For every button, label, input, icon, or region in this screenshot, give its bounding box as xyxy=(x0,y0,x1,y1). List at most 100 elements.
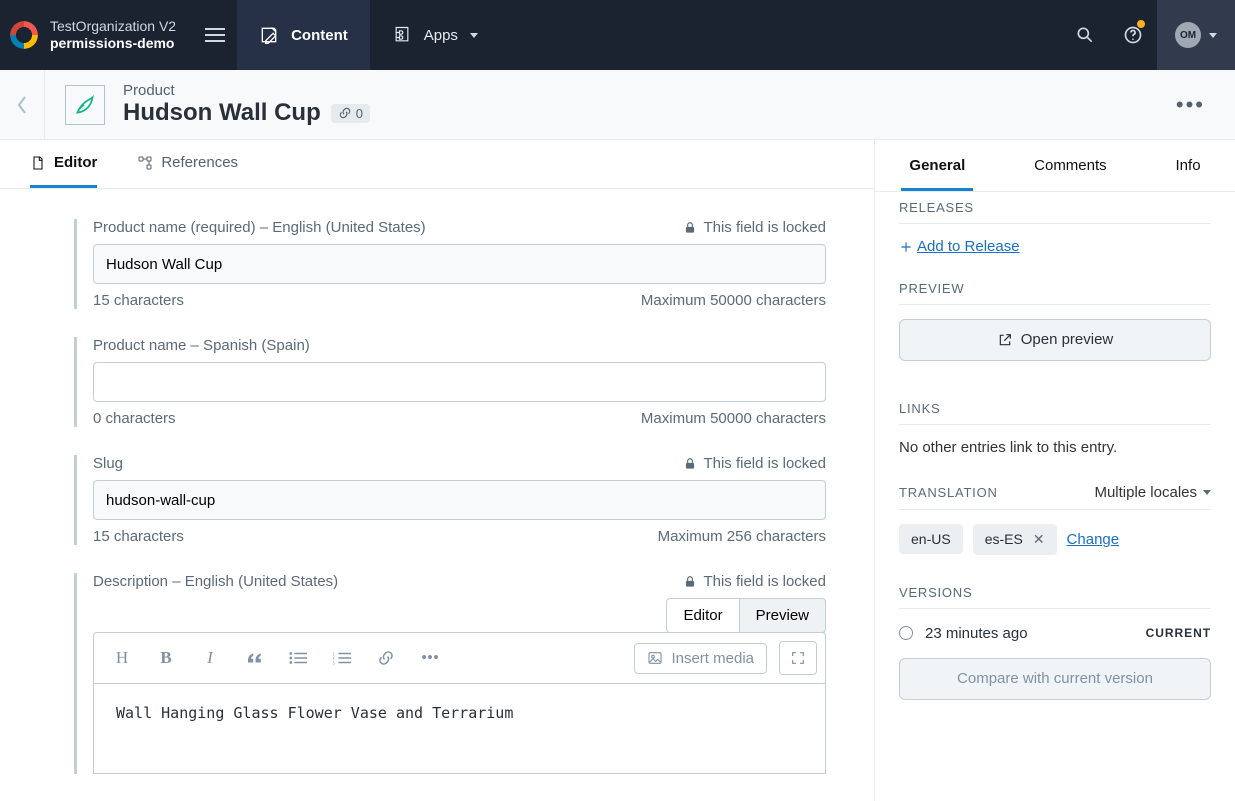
ol-button[interactable]: 123 xyxy=(322,641,362,675)
help-icon xyxy=(1123,25,1143,45)
back-button[interactable] xyxy=(0,70,45,139)
locale-chip-en: en-US xyxy=(899,524,963,554)
editor-tabs: Editor References xyxy=(0,140,874,189)
lock-icon xyxy=(683,575,697,589)
links-empty-text: No other entries link to this entry. xyxy=(899,439,1211,456)
field-slug: Slug This field is locked 15 characters … xyxy=(74,455,826,545)
sidebar-tab-info[interactable]: Info xyxy=(1168,157,1209,191)
char-count: 15 characters xyxy=(93,292,184,309)
hamburger-icon[interactable] xyxy=(192,0,237,70)
chevron-down-icon xyxy=(1209,33,1217,38)
plus-icon xyxy=(899,240,913,254)
change-locales-button[interactable]: Change xyxy=(1067,531,1120,548)
notification-dot-icon xyxy=(1137,20,1145,28)
top-nav: TestOrganization V2 permissions-demo Con… xyxy=(0,0,1235,70)
open-preview-button[interactable]: Open preview xyxy=(899,319,1211,361)
translation-heading: TRANSLATION xyxy=(899,485,998,500)
char-max: Maximum 50000 characters xyxy=(641,292,826,309)
char-max: Maximum 256 characters xyxy=(658,528,826,545)
search-icon xyxy=(1075,25,1095,45)
compare-version-button: Compare with current version xyxy=(899,658,1211,700)
more-format-button[interactable]: ••• xyxy=(410,641,450,675)
heading-button[interactable]: H xyxy=(102,641,142,675)
lock-message: This field is locked xyxy=(683,573,826,590)
content-type-icon xyxy=(65,85,105,125)
sidebar-tab-general[interactable]: General xyxy=(901,157,973,191)
lock-icon xyxy=(683,221,697,235)
document-icon xyxy=(30,155,46,171)
nav-apps[interactable]: Apps xyxy=(370,0,500,70)
link-icon xyxy=(338,106,352,120)
richtext-toolbar: H B I 123 ••• xyxy=(93,632,826,684)
avatar: OM xyxy=(1175,22,1201,48)
richtext-preview-tab[interactable]: Preview xyxy=(740,598,826,633)
preview-heading: PREVIEW xyxy=(899,281,1211,296)
brand-block[interactable]: TestOrganization V2 permissions-demo xyxy=(0,0,192,70)
help-button[interactable] xyxy=(1109,0,1157,70)
product-name-es-input[interactable] xyxy=(93,362,826,402)
field-product-name-en: Product name (required) – English (Unite… xyxy=(74,219,826,309)
version-time: 23 minutes ago xyxy=(925,625,1028,642)
insert-media-button[interactable]: Insert media xyxy=(634,643,767,674)
entry-more-button[interactable]: ••• xyxy=(1146,92,1235,118)
expand-icon xyxy=(790,650,806,666)
sidebar-tab-comments[interactable]: Comments xyxy=(1026,157,1115,191)
list-ul-icon xyxy=(289,651,307,665)
version-radio[interactable] xyxy=(899,626,913,640)
field-label: Product name – Spanish (Spain) xyxy=(93,337,310,354)
svg-text:3: 3 xyxy=(333,661,335,666)
description-body[interactable]: Wall Hanging Glass Flower Vase and Terra… xyxy=(93,684,826,774)
fullscreen-button[interactable] xyxy=(779,641,817,675)
references-icon xyxy=(137,155,153,171)
link-icon xyxy=(377,649,395,667)
quote-button[interactable] xyxy=(234,641,274,675)
logo-icon xyxy=(10,21,38,49)
tab-editor[interactable]: Editor xyxy=(30,154,97,188)
lock-icon xyxy=(683,457,697,471)
field-description-en: Description – English (United States) Th… xyxy=(74,573,826,774)
char-max: Maximum 50000 characters xyxy=(641,410,826,427)
slug-input[interactable] xyxy=(93,480,826,520)
version-current-badge: CURRENT xyxy=(1146,626,1211,640)
user-menu[interactable]: OM xyxy=(1157,0,1235,70)
tab-references[interactable]: References xyxy=(137,154,238,188)
releases-heading: RELEASES xyxy=(899,200,1211,215)
bold-button[interactable]: B xyxy=(146,641,186,675)
content-icon xyxy=(259,25,279,45)
remove-locale-es[interactable]: ✕ xyxy=(1033,531,1045,548)
field-product-name-es: Product name – Spanish (Spain) 0 charact… xyxy=(74,337,826,427)
external-link-icon xyxy=(997,332,1013,348)
link-button[interactable] xyxy=(366,641,406,675)
chevron-down-icon xyxy=(470,33,478,38)
image-icon xyxy=(647,650,663,666)
entry-header: Product Hudson Wall Cup 0 ••• xyxy=(0,70,1235,140)
apps-icon xyxy=(392,25,412,45)
search-button[interactable] xyxy=(1061,0,1109,70)
product-name-en-input[interactable] xyxy=(93,244,826,284)
content-type-label: Product xyxy=(123,82,370,99)
org-name: TestOrganization V2 xyxy=(50,18,176,35)
richtext-editor-tab[interactable]: Editor xyxy=(666,598,739,633)
italic-button[interactable]: I xyxy=(190,641,230,675)
incoming-links-count: 0 xyxy=(356,106,363,121)
entry-title: Hudson Wall Cup xyxy=(123,99,321,127)
list-ol-icon: 123 xyxy=(333,651,351,665)
field-label: Description – English (United States) xyxy=(93,573,338,590)
locale-chip-es: es-ES ✕ xyxy=(973,524,1057,555)
version-row[interactable]: 23 minutes ago CURRENT xyxy=(899,625,1211,642)
quote-icon xyxy=(245,651,263,665)
field-label: Slug xyxy=(93,455,123,472)
incoming-links-chip[interactable]: 0 xyxy=(331,104,370,123)
nav-content[interactable]: Content xyxy=(237,0,370,70)
nav-content-label: Content xyxy=(291,27,348,44)
nav-apps-label: Apps xyxy=(424,27,458,44)
add-to-release-button[interactable]: Add to Release xyxy=(899,238,1020,255)
lock-message: This field is locked xyxy=(683,219,826,236)
versions-heading: VERSIONS xyxy=(899,585,1211,600)
char-count: 15 characters xyxy=(93,528,184,545)
sidebar-tabs: General Comments Info xyxy=(875,140,1235,192)
translation-mode-select[interactable]: Multiple locales xyxy=(1094,484,1211,501)
links-heading: LINKS xyxy=(899,401,1211,416)
ul-button[interactable] xyxy=(278,641,318,675)
chevron-down-icon xyxy=(1203,490,1211,495)
